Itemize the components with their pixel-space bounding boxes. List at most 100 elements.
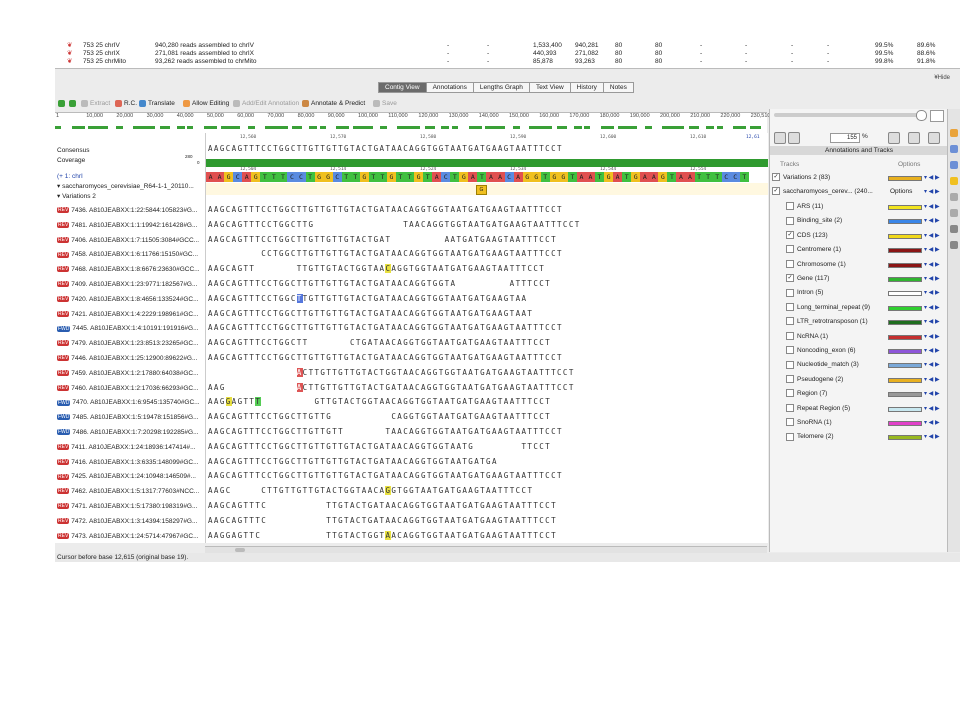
lock-icon[interactable] <box>930 110 944 122</box>
read-sequence[interactable]: ACTTGTTGTTGTACTGGTAACAGGTGGTAATGATGAAGTA… <box>208 367 575 377</box>
track-item-repeat[interactable]: Repeat Region (5) ▾ ◀ ▶ <box>772 403 958 415</box>
read-sequence[interactable]: AAGCAGTTTCCTGGCTTGTTGTTGTACTGATAACAGGTGG… <box>208 323 563 332</box>
track-color-swatch[interactable] <box>888 377 922 383</box>
track-color-swatch[interactable] <box>888 320 922 326</box>
read-label[interactable]: REV 7460. A810JEABXX:1:2:17036:66293#GC..… <box>57 383 203 394</box>
read-sequence[interactable]: AAGCAGTTTC TTGTACTGATAACAGGTGGTAATGATGAA… <box>208 501 557 510</box>
track-color-swatch[interactable] <box>888 219 922 225</box>
track-arrows-icon[interactable]: ▾ ◀ ▶ <box>924 273 940 285</box>
read-label[interactable]: FWD 7470. A810JEABXX:1:6:9545:135740#GC..… <box>57 397 203 408</box>
read-sequence[interactable]: AAGCAGTTTCCTGGCTTGTTGTTGTACTGAT AATGATGA… <box>208 235 557 244</box>
read-sequence[interactable]: AAGCAGTTTC TTGTACTGATAACAGGTGGTAATGATGAA… <box>208 516 557 525</box>
track-arrows-icon[interactable]: ▾ ◀ ▶ <box>924 388 940 400</box>
read-sequence[interactable]: AAGGAGTTC TTGTACTGGTAACAGGTGGTAATGATGAAG… <box>208 530 557 540</box>
track-arrows-icon[interactable]: ▾ ◀ ▶ <box>924 302 940 314</box>
checkbox-icon[interactable] <box>786 389 794 398</box>
checkbox-icon[interactable] <box>786 346 794 355</box>
checkbox-icon[interactable] <box>786 216 794 225</box>
allow-editing-button[interactable]: Allow Editing <box>183 98 229 109</box>
variations-track-toggle[interactable]: ✓ Variations 2 (83) ▾ ◀ ▶ <box>772 172 944 184</box>
checkbox-icon[interactable]: ✓ <box>772 187 780 196</box>
overview-ruler[interactable]: 1 10,000 20,000 30,000 40,000 50,000 60,000 70,… <box>55 112 770 134</box>
track-arrows-icon[interactable]: ▾ ◀ ▶ <box>924 359 940 371</box>
track-item-nucleotide_match[interactable]: Nucleotide_match (3) ▾ ◀ ▶ <box>772 359 958 371</box>
read-sequence[interactable]: AAGCAGTTTCCTGGCTTGTTGTTGTACTGATAACAGGTGG… <box>208 457 498 466</box>
track-item-cds[interactable]: ✓ CDS (123) ▾ ◀ ▶ <box>772 230 958 242</box>
track-color-swatch[interactable] <box>888 392 922 398</box>
zoom-in-icon[interactable] <box>788 132 800 144</box>
read-label[interactable]: REV 7471. A810JEABXX:1:5:17380:198319#G..… <box>57 501 203 512</box>
read-label[interactable]: REV 7468. A810JEABXX:1:8:6676:23630#GCC..… <box>57 264 203 275</box>
checkbox-icon[interactable] <box>786 360 794 369</box>
track-arrows-icon[interactable]: ▾ ◀ ▶ <box>924 186 940 198</box>
checkbox-icon[interactable] <box>786 303 794 312</box>
read-sequence[interactable]: AAGCAGTTTCCTGGCTTGTTGTTGTACTGATAACAGGTGG… <box>208 353 563 362</box>
track-color-swatch[interactable] <box>888 363 922 369</box>
translate-button[interactable]: Translate <box>139 98 175 109</box>
read-label[interactable]: REV 7459. A810JEABXX:1:2:17880:64038#GC..… <box>57 368 203 379</box>
track-arrows-icon[interactable]: ▾ ◀ ▶ <box>924 215 940 227</box>
read-label[interactable]: REV 7479. A810JEABXX:1:23:8513:23265#GC..… <box>57 338 203 349</box>
read-sequence[interactable]: AAGC CTTGTTGTTGTACTGGTAACAGGTGGTAATGATGA… <box>208 486 533 496</box>
read-sequence[interactable]: AAGCAGTTTCCTGGCTTGTTGTT TAACAGGTGGTAATGA… <box>208 427 563 436</box>
track-item-noncoding_exon[interactable]: Noncoding_exon (6) ▾ ◀ ▶ <box>772 345 958 357</box>
read-label[interactable]: REV 7446. A810JEABXX:1:25:12900:89622#G..… <box>57 353 203 364</box>
read-sequence[interactable]: AAGCAGTTTCCTGGCTTGTTGTTGTACTGATAACAGGTGG… <box>208 471 563 480</box>
tracks-options-button[interactable]: Options <box>898 161 920 168</box>
read-label[interactable]: REV 7421. A810JEABXX:1:4:2229:198961#GC..… <box>57 309 203 320</box>
highlight-icon[interactable] <box>950 177 958 185</box>
checkbox-icon[interactable]: ✓ <box>772 173 780 182</box>
split-icon[interactable] <box>950 241 958 249</box>
track-color-swatch[interactable] <box>888 349 922 354</box>
sacc-track-toggle[interactable]: ✓ saccharomyces_cerev... (240... Options ▾ … <box>772 186 944 198</box>
track-arrows-icon[interactable]: ▾ ◀ ▶ <box>924 417 940 429</box>
checkbox-icon[interactable] <box>786 403 794 412</box>
track-color-swatch[interactable] <box>888 435 922 441</box>
read-sequence[interactable]: AAGCAGTTTCCTGGCTT CTGATAACAGGTGGTAATGATG… <box>208 338 551 347</box>
checkbox-icon[interactable] <box>786 317 794 326</box>
track-arrows-icon[interactable]: ▾ ◀ ▶ <box>924 431 940 443</box>
read-label[interactable]: REV 7406. A810JEABXX:1:7:11505:3084#GCC..… <box>57 235 203 246</box>
scroll-thumb[interactable] <box>235 548 245 552</box>
track-item-long_terminal_repeat[interactable]: Long_terminal_repeat (9) ▾ ◀ ▶ <box>772 302 958 314</box>
track-arrows-icon[interactable]: ▾ ◀ ▶ <box>924 230 940 242</box>
read-label[interactable]: FWD 7486. A810JEABXX:1:7:20298:192285#G..… <box>57 427 203 438</box>
fit-all-icon[interactable] <box>928 132 940 144</box>
rc-button[interactable]: R.C. <box>115 98 137 109</box>
track-color-swatch[interactable] <box>888 421 922 426</box>
read-label[interactable]: REV 7472. A810JEABXX:1:3:14394:158297#G..… <box>57 516 203 527</box>
read-label[interactable]: REV 7462. A810JEABXX:1:5:1317:77603#NCC..… <box>57 486 203 497</box>
tab-text-view[interactable]: Text View <box>529 82 571 93</box>
annotate-predict-button[interactable]: Annotate & Predict <box>302 98 365 109</box>
checkbox-icon[interactable] <box>786 331 794 340</box>
read-label[interactable]: REV 7436. A810JEABXX:1:22:5844:105823#G..… <box>57 205 203 216</box>
track-color-swatch[interactable] <box>888 334 922 340</box>
settings-icon[interactable] <box>950 193 958 201</box>
read-sequence[interactable]: AAGCAGTTTCCTGGCTTG TAACAGGTGGTAATGATGAAG… <box>208 220 581 229</box>
variations-label[interactable]: ▾ Variations 2 <box>57 191 203 202</box>
track-item-centromere[interactable]: Centromere (1) ▾ ◀ ▶ <box>772 244 958 256</box>
zoom-out-icon[interactable] <box>774 132 786 144</box>
tab-history[interactable]: History <box>570 82 604 93</box>
read-sequence[interactable]: AAG ACTTGTTGTTGTACTGATAACAGGTGGTAATGATGA… <box>208 382 575 392</box>
save-button[interactable]: Save <box>373 98 397 109</box>
home-icon[interactable] <box>950 129 958 137</box>
track-color-swatch[interactable] <box>888 233 922 239</box>
track-arrows-icon[interactable]: ▾ ◀ ▶ <box>924 374 940 386</box>
read-sequence[interactable]: CCTGGCTTGTTGTTGTACTGATAACAGGTGGTAATGATGA… <box>208 249 563 258</box>
track-arrows-icon[interactable]: ▾ ◀ ▶ <box>924 345 940 357</box>
track-item-region[interactable]: Region (7) ▾ ◀ ▶ <box>772 388 958 400</box>
track-arrows-icon[interactable]: ▾ ◀ ▶ <box>924 172 940 184</box>
read-label[interactable]: REV 7481. A810JEABXX:1:1:19942:161428#G..… <box>57 220 203 231</box>
track-arrows-icon[interactable]: ▾ ◀ ▶ <box>924 316 940 328</box>
track-arrows-icon[interactable]: ▾ ◀ ▶ <box>924 259 940 271</box>
read-sequence[interactable]: AAGCAGTTTCCTGGCTTGTTGTTGTACTGATAACAGGTGG… <box>208 442 551 451</box>
tab-lengths-graph[interactable]: Lengths Graph <box>473 82 530 93</box>
read-label[interactable]: REV 7411. A810JEABXX:1:24:18936:147414#..… <box>57 442 203 453</box>
track-color-swatch[interactable] <box>888 305 922 311</box>
sacc-options-button[interactable]: Options <box>890 186 912 198</box>
checkbox-icon[interactable] <box>786 288 794 297</box>
track-arrows-icon[interactable]: ▾ ◀ ▶ <box>924 287 940 299</box>
track-color-swatch[interactable] <box>888 291 922 297</box>
track-item-chromosome[interactable]: Chromosome (1) ▾ ◀ ▶ <box>772 259 958 271</box>
